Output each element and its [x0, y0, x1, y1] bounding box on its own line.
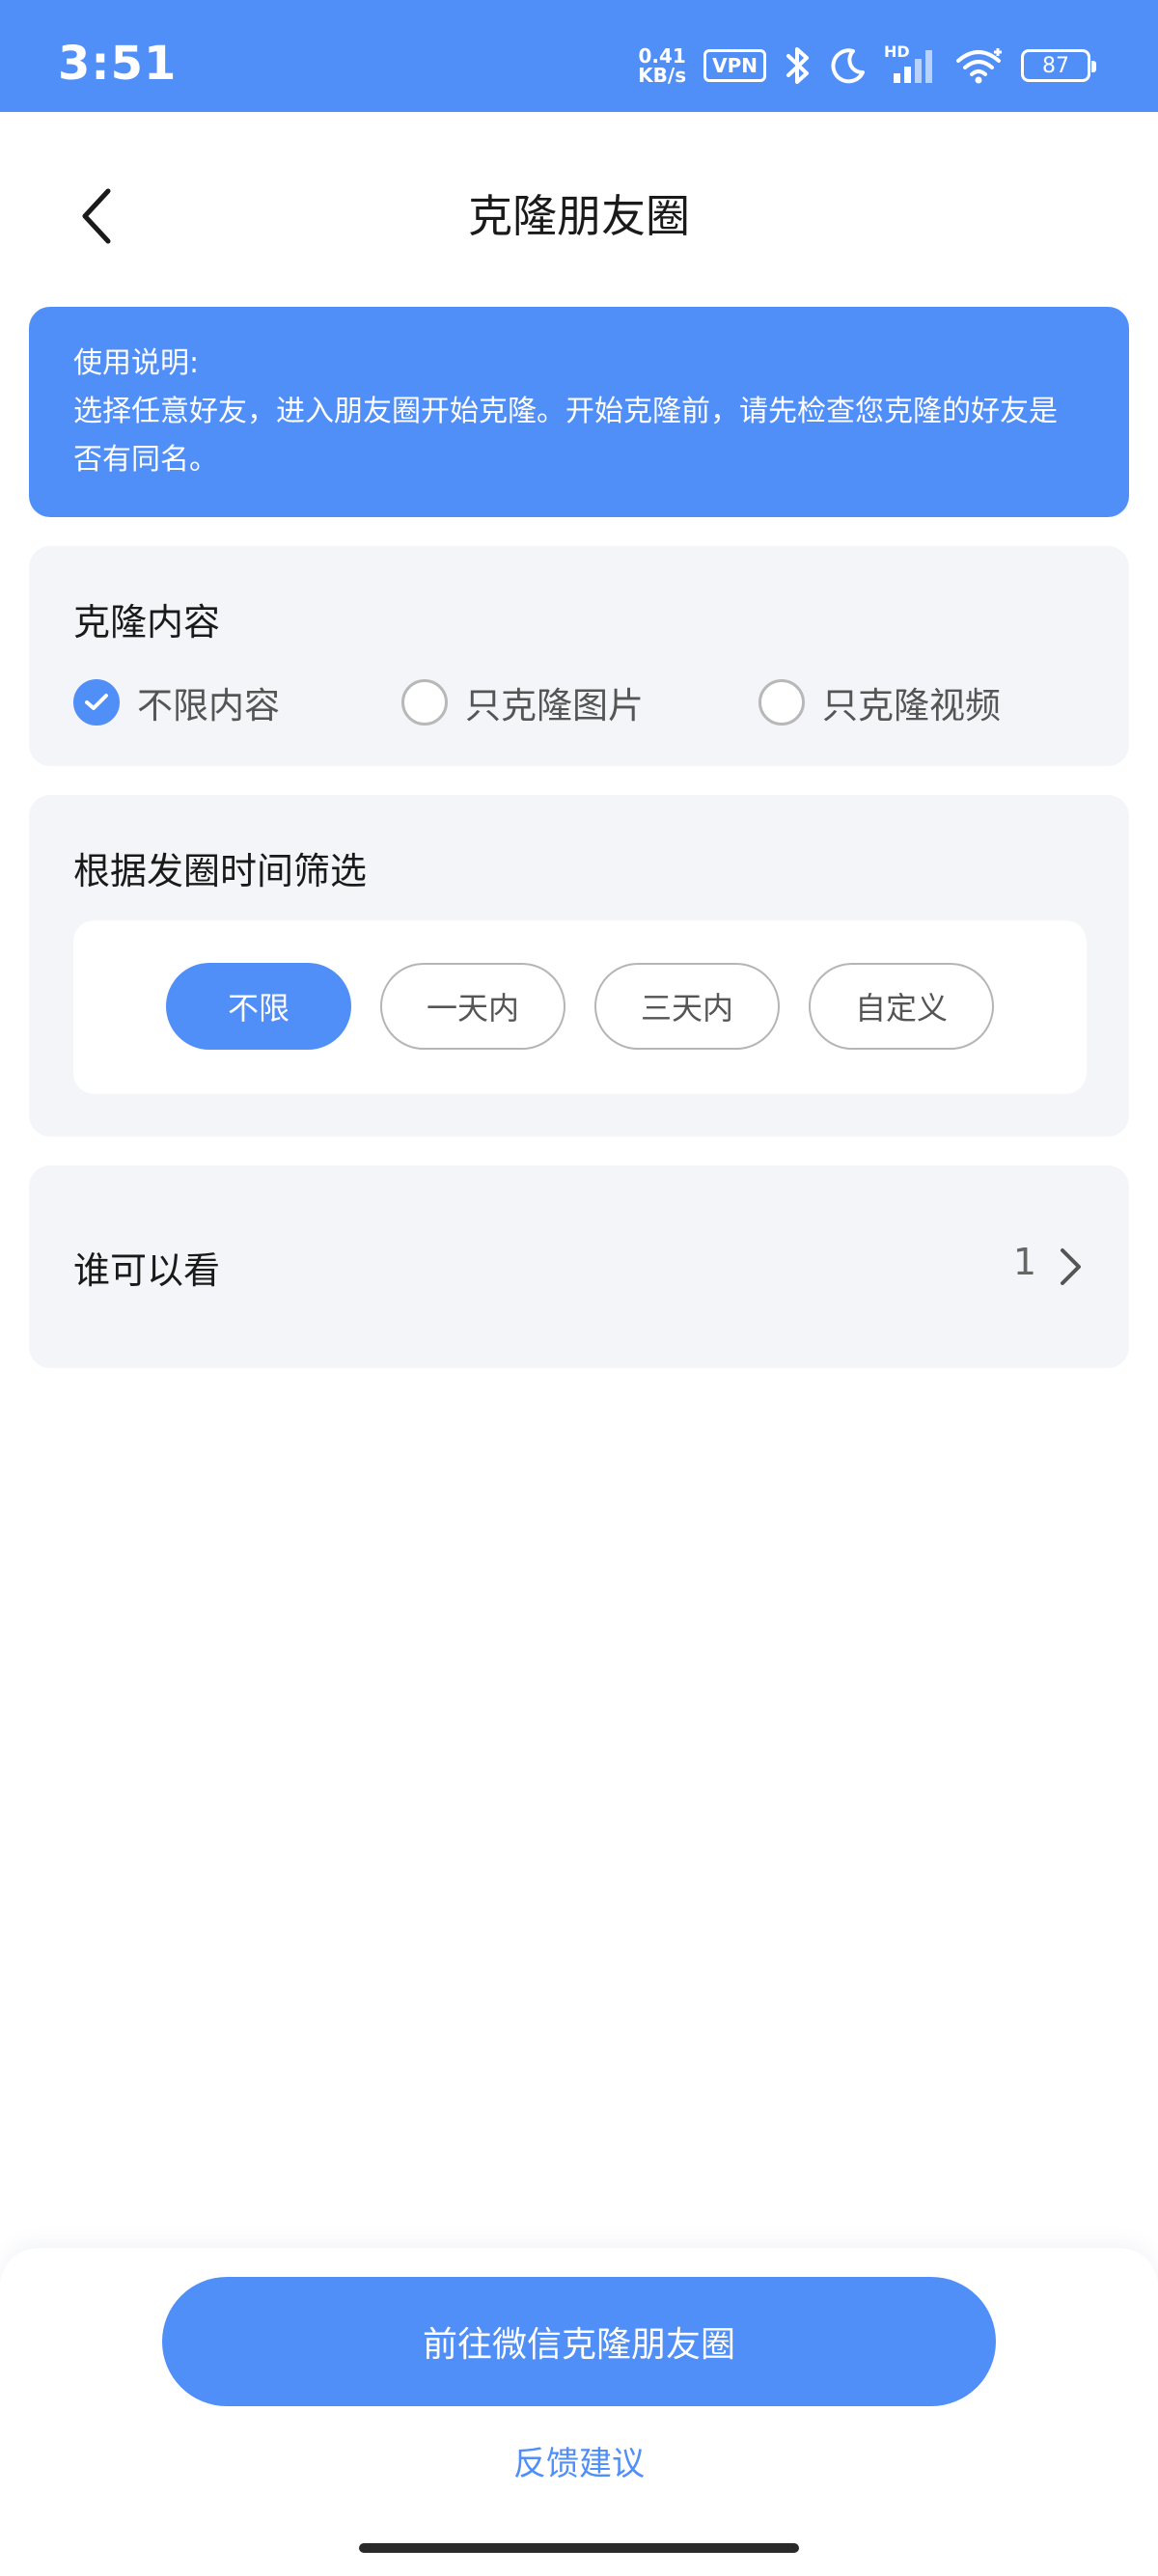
notice-body: 选择任意好友，进入朋友圈开始克隆。开始克隆前，请先检查您克隆的好友是否有同名。 [73, 395, 1058, 477]
clone-content-title: 克隆内容 [73, 601, 221, 644]
radio-label: 只克隆图片 [465, 685, 644, 726]
page-title: 克隆朋友圈 [468, 190, 690, 242]
radio-unchecked-icon [401, 679, 448, 726]
chevron-right-icon [1061, 1248, 1081, 1285]
radio-label: 不限内容 [137, 685, 280, 726]
chip-one-day[interactable]: 一天内 [380, 963, 565, 1050]
time-filter-title: 根据发圈时间筛选 [73, 850, 368, 892]
chip-three-days[interactable]: 三天内 [594, 963, 780, 1050]
network-speed-unit: KB/s [638, 64, 687, 87]
time-filter-options: 不限 一天内 三天内 自定义 [73, 920, 1087, 1094]
radio-label: 只克隆视频 [822, 685, 1001, 726]
signal-icon [894, 50, 932, 83]
home-indicator[interactable] [359, 2543, 799, 2553]
usage-notice: 使用说明: 选择任意好友，进入朋友圈开始克隆。开始克隆前，请先检查您克隆的好友是… [29, 307, 1129, 517]
clone-moments-screen: 3:51 0.41 KB/s VPN HD 87 克隆朋友圈 使用说明: 选择任… [0, 0, 1158, 2576]
moon-icon [831, 48, 865, 84]
status-time: 3:51 [58, 37, 178, 91]
nav-header: 克隆朋友圈 [0, 112, 1158, 305]
network-speed-value: 0.41 [638, 44, 686, 68]
status-icons: 0.41 KB/s VPN HD 87 [638, 42, 1096, 89]
radio-unchecked-icon [758, 679, 805, 726]
radio-option-images-only[interactable]: 只克隆图片 [401, 666, 644, 739]
wifi-icon [956, 48, 1002, 84]
radio-option-videos-only[interactable]: 只克隆视频 [758, 666, 1001, 739]
radio-option-unlimited[interactable]: 不限内容 [73, 666, 280, 739]
status-bar: 3:51 0.41 KB/s VPN HD 87 [0, 0, 1158, 112]
check-icon [85, 694, 108, 710]
visibility-count: 1 [1012, 1241, 1036, 1283]
go-clone-moments-button[interactable]: 前往微信克隆朋友圈 [162, 2277, 996, 2406]
battery-level: 87 [1042, 53, 1069, 78]
chip-unlimited[interactable]: 不限 [166, 963, 351, 1050]
network-speed: 0.41 KB/s [638, 46, 686, 85]
notice-heading: 使用说明: [73, 346, 200, 380]
cellular-signal: HD [884, 42, 938, 85]
visibility-row[interactable]: 谁可以看 1 [29, 1165, 1129, 1368]
visibility-title: 谁可以看 [73, 1249, 221, 1292]
battery-icon: 87 [1021, 49, 1096, 82]
vpn-icon: VPN [703, 49, 766, 82]
radio-checked-icon [73, 679, 120, 726]
feedback-link[interactable]: 反馈建议 [0, 2437, 1158, 2484]
chip-custom[interactable]: 自定义 [809, 963, 994, 1050]
bottom-action-bar: 前往微信克隆朋友圈 反馈建议 [0, 2248, 1158, 2576]
bluetooth-icon [786, 47, 809, 84]
time-filter-card: 根据发圈时间筛选 不限 一天内 三天内 自定义 [29, 795, 1129, 1137]
clone-content-radio-group: 不限内容 只克隆图片 只克隆视频 [73, 666, 1096, 739]
clone-content-card: 克隆内容 不限内容 只克隆图片 只克隆视频 [29, 546, 1129, 766]
